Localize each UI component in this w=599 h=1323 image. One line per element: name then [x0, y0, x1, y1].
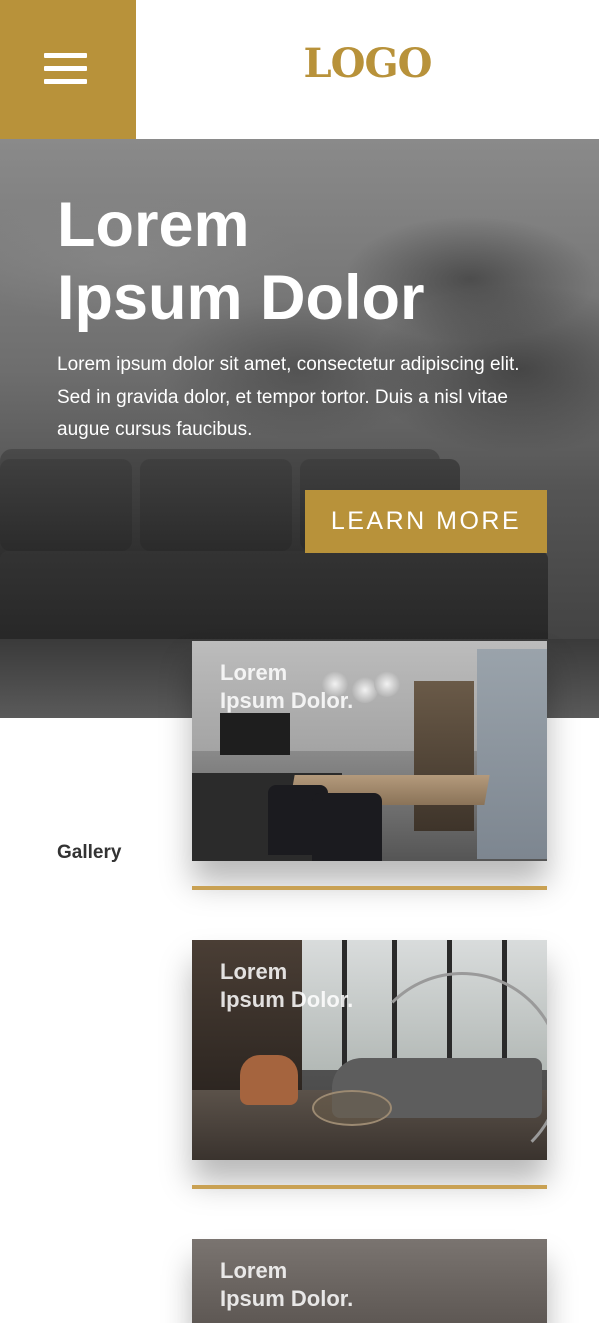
- hero-title-line2: Ipsum Dolor: [57, 263, 425, 333]
- gallery-divider: [192, 1185, 547, 1189]
- gallery-card-2[interactable]: Lorem Ipsum Dolor.: [192, 940, 547, 1160]
- logo[interactable]: LOGO: [136, 40, 599, 87]
- gallery-label: Gallery: [57, 842, 122, 863]
- hero-section: Lorem Ipsum Dolor Lorem ipsum dolor sit …: [0, 139, 599, 718]
- header: LOGO: [0, 0, 599, 139]
- learn-more-button[interactable]: LEARN MORE: [305, 490, 547, 553]
- gallery-card-title: Lorem Ipsum Dolor.: [220, 1258, 354, 1311]
- page: LOGO Lorem Ipsum Dolor Lorem ipsum dolor…: [0, 0, 599, 1323]
- hero-title-line1: Lorem: [57, 190, 250, 260]
- gallery-divider: [192, 886, 547, 890]
- hamburger-icon[interactable]: [44, 53, 87, 85]
- hero-title: Lorem Ipsum Dolor: [57, 189, 577, 335]
- hero-description: Lorem ipsum dolor sit amet, consectetur …: [57, 354, 520, 440]
- gallery-card-title: Lorem Ipsum Dolor.: [220, 959, 354, 1012]
- gallery-card-1[interactable]: Lorem Ipsum Dolor.: [192, 641, 547, 861]
- gallery-card-title: Lorem Ipsum Dolor.: [220, 660, 354, 713]
- menu-button[interactable]: [0, 0, 136, 139]
- gallery-card-3[interactable]: Lorem Ipsum Dolor.: [192, 1239, 547, 1323]
